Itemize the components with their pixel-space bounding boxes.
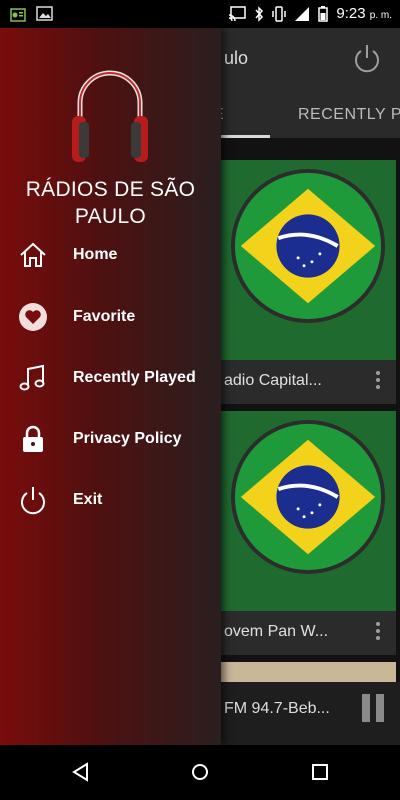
- home-icon: [20, 242, 46, 267]
- back-icon[interactable]: [70, 761, 92, 783]
- menu-item-privacy-policy[interactable]: Privacy Policy: [0, 414, 221, 466]
- bluetooth-icon: [255, 5, 264, 22]
- heart-icon: [19, 303, 47, 331]
- battery-icon: [318, 5, 329, 22]
- pause-icon[interactable]: [360, 694, 386, 724]
- menu-item-exit[interactable]: Exit: [0, 475, 221, 527]
- brazil-flag-icon: [230, 168, 386, 324]
- status-clock: 9:23 p. m.: [336, 5, 392, 22]
- image-notification-icon: [36, 6, 53, 21]
- signal-icon: [295, 6, 310, 21]
- menu-item-label: Favorite: [73, 308, 136, 325]
- menu-item-recently-played[interactable]: Recently Played: [0, 353, 221, 405]
- home-nav-icon[interactable]: [189, 761, 211, 783]
- tab-recently-played[interactable]: RECENTLY PL: [298, 106, 400, 124]
- menu-item-label: Privacy Policy: [73, 430, 182, 447]
- power-icon: [21, 487, 45, 515]
- more-vert-icon[interactable]: [370, 619, 386, 643]
- system-nav-bar: [0, 745, 400, 800]
- station-name: adio Capital...: [224, 372, 322, 389]
- menu-item-label: Home: [73, 246, 118, 263]
- app-title: ulo: [224, 48, 249, 68]
- now-playing-label: FM 94.7-Beb...: [224, 700, 330, 717]
- station-name: ovem Pan W...: [224, 623, 329, 640]
- power-icon[interactable]: [351, 42, 383, 74]
- cast-icon: [229, 5, 247, 21]
- navigation-drawer: RÁDIOS DE SÃO PAULO Home Favorite Recent…: [0, 28, 221, 745]
- status-bar: 9:23 p. m.: [0, 0, 400, 28]
- vibrate-icon: [272, 5, 287, 22]
- lock-icon: [23, 425, 43, 452]
- menu-item-favorite[interactable]: Favorite: [0, 292, 221, 344]
- menu-item-label: Recently Played: [73, 369, 196, 386]
- radio-notification-icon: [10, 8, 26, 22]
- brazil-flag-icon: [230, 419, 386, 575]
- menu-item-home[interactable]: Home: [0, 230, 221, 282]
- music-note-icon: [19, 364, 45, 391]
- drawer-title: RÁDIOS DE SÃO PAULO: [25, 178, 196, 228]
- menu-item-label: Exit: [73, 491, 103, 508]
- more-vert-icon[interactable]: [370, 368, 386, 392]
- headphones-logo-icon: [72, 70, 148, 162]
- recents-icon[interactable]: [309, 761, 331, 783]
